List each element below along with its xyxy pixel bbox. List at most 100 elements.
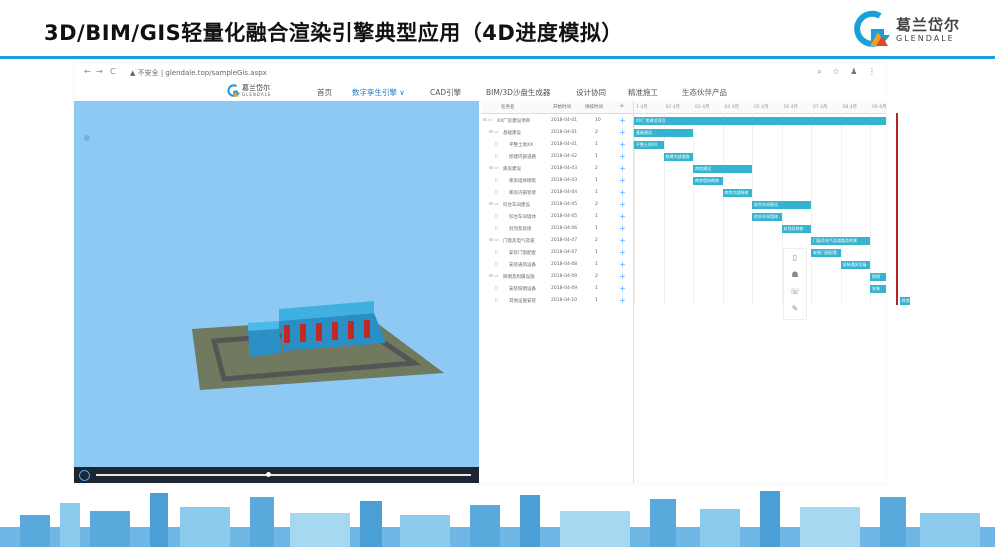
add-task-icon[interactable]: +	[619, 140, 626, 149]
gantt-bar[interactable]: 基础建设	[634, 129, 693, 137]
timeline-player	[74, 467, 479, 483]
folder-icon[interactable]: ⊟ ▭	[489, 166, 498, 171]
task-duration: 2	[595, 238, 598, 243]
zoom-icon[interactable]: ⌕	[818, 67, 822, 76]
add-task-icon[interactable]: +	[619, 260, 626, 269]
add-task-icon[interactable]: +	[619, 152, 626, 161]
gantt-bar[interactable]: 库房建设	[693, 165, 752, 173]
gantt-bar[interactable]: 库房墙体砌筑	[693, 177, 723, 185]
folder-icon[interactable]: ⊟ ▭	[483, 118, 492, 123]
add-task-icon[interactable]: +	[619, 164, 626, 173]
file-icon[interactable]: ▯	[495, 214, 497, 219]
gantt-bar[interactable]: 修建内部道路	[663, 153, 693, 161]
profile-icon[interactable]: ♟	[850, 67, 857, 76]
3d-viewport[interactable]	[74, 101, 479, 483]
add-task-icon[interactable]: +	[619, 236, 626, 245]
task-name: 平整土地XX	[509, 143, 534, 148]
file-icon[interactable]: ▯	[495, 190, 497, 195]
file-icon[interactable]: ▯	[495, 226, 497, 231]
factory-3d-model	[84, 135, 444, 390]
add-task-icon[interactable]: +	[619, 284, 626, 293]
pause-button[interactable]	[79, 470, 90, 481]
task-row[interactable]: ▯ 封顶及装修 2018-04-06 1 +	[481, 223, 633, 235]
task-row[interactable]: ▯ 其他设施安装 2018-04-10 1 +	[481, 295, 633, 307]
wechat-icon[interactable]: ☏	[784, 283, 806, 300]
reload-button[interactable]: C	[110, 67, 116, 76]
grid-line	[840, 113, 842, 305]
gantt-bar[interactable]: 综合车间墙体	[752, 213, 782, 221]
nav-home[interactable]: 首页	[317, 87, 332, 98]
task-row[interactable]: ⊟ ▭ 库房建设 2018-04-03 2 +	[481, 163, 633, 175]
gantt-bar[interactable]: 安装门窗配套	[811, 249, 841, 257]
url-field[interactable]: ▲ 不安全 | glendale.top/sampleGis.aspx	[130, 68, 267, 78]
folder-icon[interactable]: ⊟ ▭	[489, 238, 498, 243]
add-task-icon[interactable]: +	[619, 116, 626, 125]
gantt-bar[interactable]: 平整土地XX	[634, 141, 664, 149]
add-task-icon[interactable]: +	[619, 200, 626, 209]
nav-cad-engine[interactable]: CAD引擎	[430, 87, 461, 98]
forward-button[interactable]: →	[96, 67, 103, 76]
gantt-bar[interactable]: 综合车间建设	[752, 201, 811, 209]
task-row[interactable]: ▯ 安装照明设备 2018-04-09 1 +	[481, 283, 633, 295]
task-row[interactable]: ⊟ ▭ 基础建设 2018-04-01 2 +	[481, 127, 633, 139]
add-task-icon[interactable]: +	[619, 272, 626, 281]
star-icon[interactable]: ☆	[833, 67, 840, 76]
menu-icon[interactable]: ⋮	[868, 67, 876, 76]
task-duration: 1	[595, 214, 598, 219]
task-row[interactable]: ▯ 修建内部道路 2018-04-02 1 +	[481, 151, 633, 163]
task-duration: 2	[595, 274, 598, 279]
task-row[interactable]: ▯ 综合车间墙体 2018-04-05 1 +	[481, 211, 633, 223]
timeline-knob[interactable]	[266, 472, 271, 477]
task-row[interactable]: ⊟ ▭ XX厂房建设项目 2018-04-01 10 +	[481, 115, 633, 127]
nav-partner-products[interactable]: 生态伙伴产品	[682, 87, 727, 98]
gantt-bar[interactable]: 库房内部装修	[722, 189, 752, 197]
folder-icon[interactable]: ⊟ ▭	[489, 202, 498, 207]
file-icon[interactable]: ▯	[495, 250, 497, 255]
add-task-icon[interactable]: +	[619, 296, 626, 305]
add-task-icon[interactable]: +	[619, 224, 626, 233]
task-row[interactable]: ▯ 库房内部装修 2018-04-04 1 +	[481, 187, 633, 199]
add-task-icon[interactable]: +	[619, 176, 626, 185]
file-icon[interactable]: ▯	[495, 298, 497, 303]
nav-precise-construction[interactable]: 精准施工	[628, 87, 658, 98]
file-icon[interactable]: ▯	[495, 154, 497, 159]
file-icon[interactable]: ▯	[495, 142, 497, 147]
task-row[interactable]: ▯ 安装门窗配套 2018-04-07 1 +	[481, 247, 633, 259]
gantt-bar[interactable]: 安装	[870, 285, 886, 293]
browser-window: ← → C ▲ 不安全 | glendale.top/sampleGis.asp…	[74, 63, 910, 484]
add-task-icon[interactable]: +	[619, 248, 626, 257]
task-row[interactable]: ▯ 库房墙体砌筑 2018-04-03 1 +	[481, 175, 633, 187]
add-task-icon[interactable]: +	[619, 188, 626, 197]
gantt-bar[interactable]: 封顶及装修	[781, 225, 811, 233]
gantt-bar[interactable]: XX厂房建设项目	[634, 117, 886, 125]
gantt-bar[interactable]: 安装通风设备	[840, 261, 870, 269]
nav-design-collab[interactable]: 设计协同	[576, 87, 606, 98]
gantt-bar[interactable]: 其他	[899, 297, 910, 305]
task-row[interactable]: ⊟ ▭ 门窗及电气及道 2018-04-07 2 +	[481, 235, 633, 247]
task-row[interactable]: ▯ 平整土地XX 2018-04-01 1 +	[481, 139, 633, 151]
qq-icon[interactable]: ☗	[784, 266, 806, 283]
gantt-bar[interactable]: 照明	[870, 273, 886, 281]
file-icon[interactable]: ▯	[495, 262, 497, 267]
app-logo[interactable]: 葛兰岱尔 GLENDALE	[226, 83, 296, 99]
edit-icon[interactable]: ✎	[784, 300, 806, 317]
nav-digital-twin[interactable]: 数字孪生引擎 ∨	[352, 87, 405, 98]
header-add-button[interactable]: +	[619, 102, 625, 110]
phone-icon[interactable]: ▯	[784, 249, 806, 266]
folder-icon[interactable]: ⊟ ▭	[489, 130, 498, 135]
compass-icon[interactable]	[84, 135, 90, 141]
file-icon[interactable]: ▯	[495, 286, 497, 291]
timeline-tick: 09 4月	[872, 105, 887, 110]
timeline-slider[interactable]	[96, 472, 471, 477]
file-icon[interactable]: ▯	[495, 178, 497, 183]
nav-bim-sandbox[interactable]: BIM/3D沙盘生成器	[486, 87, 550, 98]
timeline-tick: 07 4月	[813, 105, 828, 110]
add-task-icon[interactable]: +	[619, 128, 626, 137]
task-row[interactable]: ⊟ ▭ 综合车间建设 2018-04-05 2 +	[481, 199, 633, 211]
back-button[interactable]: ←	[84, 67, 91, 76]
gantt-bar[interactable]: 门窗及电气及道路及附属	[811, 237, 870, 245]
add-task-icon[interactable]: +	[619, 212, 626, 221]
task-row[interactable]: ⊟ ▭ 照明及附属设施 2018-04-09 2 +	[481, 271, 633, 283]
task-row[interactable]: ▯ 安装通风设备 2018-04-08 1 +	[481, 259, 633, 271]
folder-icon[interactable]: ⊟ ▭	[489, 274, 498, 279]
